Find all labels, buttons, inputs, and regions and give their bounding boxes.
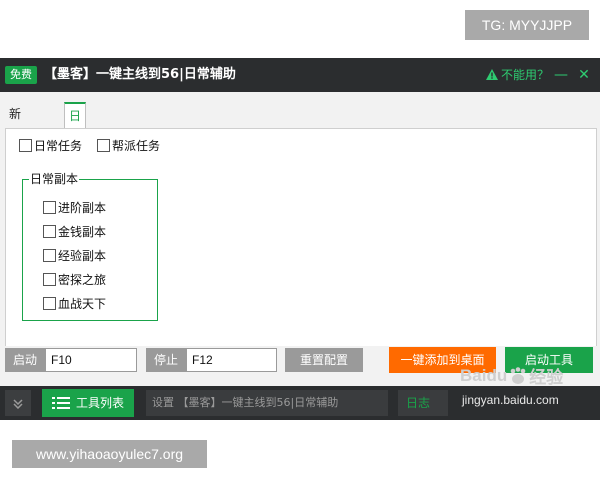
checkbox-box[interactable] xyxy=(19,139,32,152)
title-bar: 免费 【墨客】一键主线到56|日常辅助 不能用？ — ✕ xyxy=(0,58,600,92)
free-badge: 免费 xyxy=(5,66,37,84)
checkbox-money-dungeon[interactable]: 金钱副本 xyxy=(43,223,106,240)
stop-hotkey-label: 停止 xyxy=(146,348,186,372)
minimize-button[interactable]: — xyxy=(553,66,569,84)
baidu-brand: Baidu xyxy=(460,365,508,385)
main-body: 新号推荐 日常辅助 日常任务 帮派任务 日常副本 进阶副本 金钱副本 xyxy=(0,92,600,386)
close-button[interactable]: ✕ xyxy=(576,66,592,84)
checkbox-label: 日常任务 xyxy=(34,139,83,153)
checkbox-box[interactable] xyxy=(43,297,56,310)
baidu-watermark-url: jingyan.baidu.com xyxy=(462,393,559,407)
warning-icon xyxy=(486,69,498,80)
log-button[interactable]: 日志 xyxy=(398,390,448,416)
dungeon-group-title: 日常副本 xyxy=(29,172,80,187)
stop-hotkey-input[interactable]: F12 xyxy=(186,348,277,372)
dungeon-group: 日常副本 进阶副本 金钱副本 经验副本 密探之旅 血战天下 xyxy=(22,172,158,321)
checkbox-exp-dungeon[interactable]: 经验副本 xyxy=(43,247,106,264)
watermark-site: www.yihaoaoyulec7.org xyxy=(12,440,207,468)
collapse-button[interactable] xyxy=(5,390,31,416)
watermark-tg: TG: MYYJJPP xyxy=(465,10,589,40)
checkbox-label: 进阶副本 xyxy=(58,201,107,215)
start-hotkey-input[interactable]: F10 xyxy=(45,348,137,372)
baidu-watermark-logo: Baidu 经验 xyxy=(460,363,563,388)
not-working-link[interactable]: 不能用？ xyxy=(486,66,549,84)
checkbox-guild-task[interactable]: 帮派任务 xyxy=(97,137,160,154)
reset-config-button[interactable]: 重置配置 xyxy=(285,348,363,372)
checkbox-label: 经验副本 xyxy=(58,249,107,263)
checkbox-box[interactable] xyxy=(43,201,56,214)
status-text: 设置 【墨客】一键主线到56|日常辅助 xyxy=(146,390,388,416)
double-chevron-down-icon xyxy=(13,398,23,409)
checkbox-spy-journey[interactable]: 密探之旅 xyxy=(43,271,106,288)
window-title: 【墨客】一键主线到56|日常辅助 xyxy=(44,67,236,82)
tab-daily-assist[interactable]: 日常辅助 xyxy=(64,102,87,198)
checkbox-label: 帮派任务 xyxy=(112,139,161,153)
checkbox-daily-task[interactable]: 日常任务 xyxy=(19,137,82,154)
list-icon xyxy=(52,397,70,409)
checkbox-box[interactable] xyxy=(97,139,110,152)
paw-icon xyxy=(510,366,526,384)
checkbox-advanced-dungeon[interactable]: 进阶副本 xyxy=(43,199,106,216)
checkbox-box[interactable] xyxy=(43,225,56,238)
tool-list-label: 工具列表 xyxy=(76,396,125,410)
start-hotkey-label: 启动 xyxy=(5,348,45,372)
tool-list-button[interactable]: 工具列表 xyxy=(42,389,134,417)
tab-panel: 日常任务 帮派任务 日常副本 进阶副本 金钱副本 经验副本 密探之旅 血战天下 xyxy=(5,128,597,374)
checkbox-box[interactable] xyxy=(43,249,56,262)
baidu-suffix: 经验 xyxy=(529,368,564,387)
checkbox-label: 密探之旅 xyxy=(58,273,107,287)
tab-new-account[interactable]: 新号推荐 xyxy=(5,102,25,196)
not-working-label: 不能用？ xyxy=(501,68,550,82)
checkbox-label: 血战天下 xyxy=(58,297,107,311)
checkbox-box[interactable] xyxy=(43,273,56,286)
checkbox-label: 金钱副本 xyxy=(58,225,107,239)
checkbox-bloody-war[interactable]: 血战天下 xyxy=(43,295,106,312)
